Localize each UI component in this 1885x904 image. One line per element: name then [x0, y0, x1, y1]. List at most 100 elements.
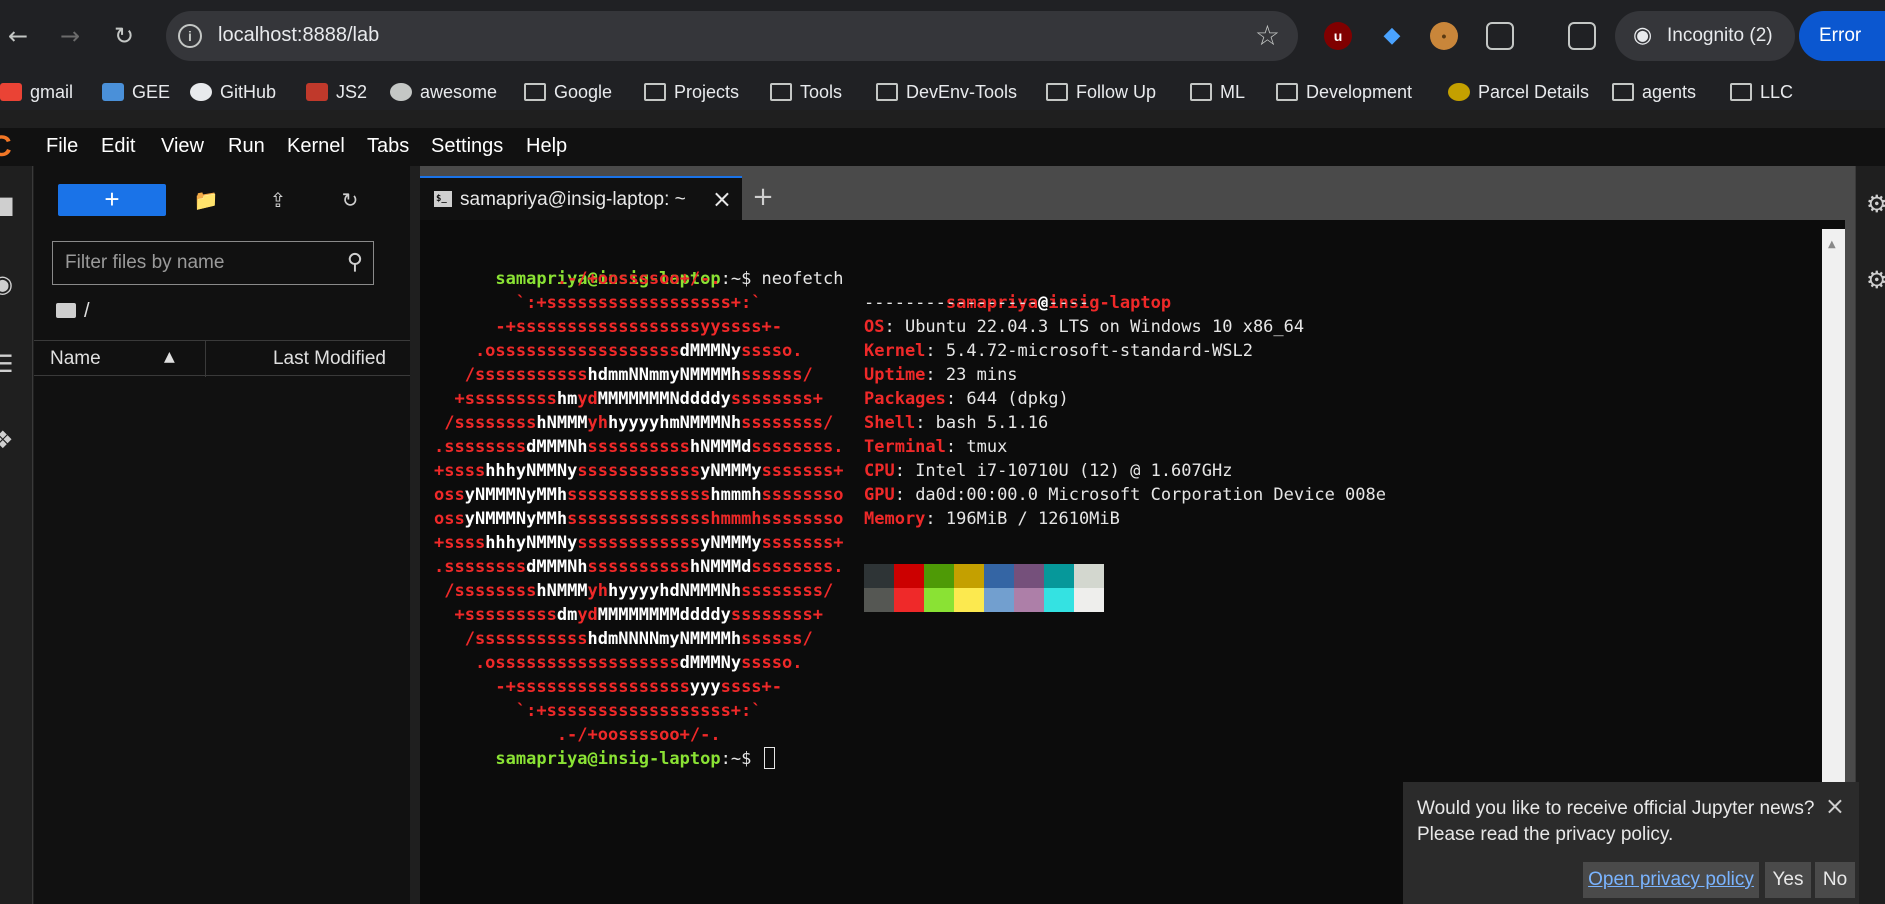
- logo-segment: .ossssssssssssssssss: [434, 653, 680, 673]
- reload-icon[interactable]: ↻: [106, 18, 142, 54]
- url-text[interactable]: localhost:8888/lab: [218, 24, 379, 47]
- info-line: Uptime: 23 mins: [864, 363, 1018, 387]
- upload-icon[interactable]: ⇪: [262, 184, 294, 216]
- prompt-sep: :~$: [720, 269, 762, 289]
- site-info-icon[interactable]: i: [178, 24, 202, 48]
- color-swatch: [924, 564, 954, 588]
- filter-input[interactable]: [53, 242, 323, 284]
- new-launcher-button[interactable]: +: [58, 184, 166, 216]
- address-bar[interactable]: i localhost:8888/lab ☆: [166, 11, 1298, 61]
- close-icon[interactable]: ×: [1825, 792, 1845, 820]
- bookmark-8[interactable]: DevEnv-Tools: [876, 79, 1017, 105]
- logo-segment: +sssssssss: [434, 389, 557, 409]
- menu-run[interactable]: Run: [228, 135, 265, 158]
- bookmark-11[interactable]: Development: [1276, 79, 1412, 105]
- scroll-up-icon[interactable]: ▲: [1828, 233, 1836, 257]
- forward-icon[interactable]: →: [52, 18, 88, 54]
- extensions-puzzle-icon[interactable]: [1486, 22, 1514, 50]
- bookmark-9[interactable]: Follow Up: [1046, 79, 1156, 105]
- bookmark-6[interactable]: Projects: [644, 79, 739, 105]
- browser-toolbar: ← → ↻ i localhost:8888/lab ☆ u ◆ • ◉ Inc…: [0, 0, 1885, 74]
- toc-tab-icon[interactable]: ☰: [0, 350, 22, 380]
- breadcrumb[interactable]: /: [56, 300, 90, 323]
- logo-segment: yNMMMy: [700, 461, 762, 481]
- close-icon[interactable]: ×: [712, 185, 732, 213]
- menu-help[interactable]: Help: [526, 135, 567, 158]
- logo-segment: hNMMM: [536, 413, 588, 433]
- name-column-header[interactable]: Name: [50, 348, 101, 370]
- bookmark-2[interactable]: GitHub: [190, 79, 276, 105]
- yes-button[interactable]: Yes: [1765, 862, 1811, 898]
- logo-segment: dMMMNy: [679, 653, 742, 673]
- privacy-link-label[interactable]: Open privacy policy: [1588, 869, 1754, 890]
- logo-segment: sssso.: [741, 341, 803, 361]
- column-divider[interactable]: [205, 341, 206, 377]
- logo-segment: hNMMMd: [689, 557, 752, 577]
- bookmark-14[interactable]: LLC: [1730, 79, 1793, 105]
- logo-line: ossyNMMMNyMMhsssssssssssssshmmmhssssssso: [434, 507, 843, 531]
- cookie-extension-icon[interactable]: •: [1430, 22, 1458, 50]
- tab-label[interactable]: samapriya@insig-laptop: ~: [460, 189, 686, 211]
- bookmark-12[interactable]: Parcel Details: [1448, 79, 1589, 105]
- last-modified-column-header[interactable]: Last Modified: [273, 348, 386, 370]
- profile-error-button[interactable]: Error: [1799, 11, 1885, 61]
- logo-segment: yNMMMNyMMh: [464, 509, 568, 529]
- folder-tab-icon[interactable]: ■: [0, 191, 22, 221]
- logo-line: -+ssssssssssssssssssyyssss+-: [434, 315, 782, 339]
- logo-segment: hmmmh: [710, 485, 762, 505]
- menu-edit[interactable]: Edit: [101, 135, 135, 158]
- color-swatch: [1074, 564, 1104, 588]
- notification-line-2: Please read the privacy policy.: [1417, 824, 1674, 845]
- info-key: Uptime: [864, 365, 926, 385]
- logo-segment: sssso.: [741, 653, 803, 673]
- add-tab-icon[interactable]: +: [744, 176, 782, 220]
- ublock-icon[interactable]: u: [1324, 22, 1352, 50]
- bookmark-7[interactable]: Tools: [770, 79, 842, 105]
- extensions-tab-icon[interactable]: ❖: [0, 426, 22, 456]
- panel-splitter[interactable]: [410, 166, 420, 904]
- property-inspector-icon[interactable]: ⚙: [1866, 190, 1885, 218]
- terminal-tab[interactable]: $_ samapriya@insig-laptop: ~ ×: [420, 176, 742, 220]
- info-key: CPU: [864, 461, 895, 481]
- bookmark-0[interactable]: gmail: [0, 79, 73, 105]
- color-swatch: [984, 564, 1014, 588]
- logo-segment: ssssssssssssss: [567, 485, 711, 505]
- no-button[interactable]: No: [1815, 862, 1855, 898]
- bookmark-label: agents: [1642, 82, 1697, 102]
- info-value: : tmux: [945, 437, 1008, 457]
- bookmark-4[interactable]: awesome: [390, 79, 497, 105]
- terminal-scrollbar[interactable]: ▲: [1822, 229, 1845, 795]
- menu-view[interactable]: View: [161, 135, 204, 158]
- logo-line: .ossssssssssssssssssdMMMNysssso.: [434, 339, 803, 363]
- bookmark-13[interactable]: agents: [1612, 79, 1696, 105]
- breadcrumb-root[interactable]: /: [84, 300, 90, 322]
- bookmark-1[interactable]: GEE: [102, 79, 170, 105]
- back-icon[interactable]: ←: [0, 18, 36, 54]
- bookmark-3[interactable]: JS2: [306, 79, 367, 105]
- logo-segment: -+ssssssssssssssssssyyssss+-: [434, 317, 782, 337]
- debugger-icon[interactable]: ⚙: [1866, 266, 1885, 294]
- menu-file[interactable]: File: [46, 135, 78, 158]
- bookmark-star-icon[interactable]: ☆: [1255, 19, 1280, 52]
- open-privacy-policy-button[interactable]: Open privacy policy: [1583, 862, 1759, 898]
- menu-tabs[interactable]: Tabs: [367, 135, 409, 158]
- menu-settings[interactable]: Settings: [431, 135, 503, 158]
- refresh-icon[interactable]: ↻: [334, 184, 366, 216]
- gem-extension-icon[interactable]: ◆: [1378, 22, 1406, 50]
- logo-segment: ssssss/: [741, 629, 813, 649]
- logo-segment: oss: [434, 485, 465, 505]
- new-folder-icon[interactable]: 📁: [190, 184, 222, 216]
- sort-ascending-icon[interactable]: ▲: [164, 349, 175, 365]
- logo-segment: hhhyNMMNy: [485, 461, 578, 481]
- bookmark-10[interactable]: ML: [1190, 79, 1245, 105]
- logo-segment: dMMMNh: [526, 557, 588, 577]
- logo-segment: .-/+oossssoo+/-.: [434, 269, 721, 289]
- side-panel-icon[interactable]: [1568, 22, 1596, 50]
- logo-segment: hNMMM: [536, 581, 588, 601]
- incognito-indicator[interactable]: ◉ Incognito (2): [1615, 11, 1795, 61]
- running-tab-icon[interactable]: ◉: [0, 270, 22, 300]
- menu-kernel[interactable]: Kernel: [287, 135, 345, 158]
- bookmark-5[interactable]: Google: [524, 79, 612, 105]
- bookmark-label: Projects: [674, 82, 740, 102]
- info-line: OS: Ubuntu 22.04.3 LTS on Windows 10 x86…: [864, 315, 1304, 339]
